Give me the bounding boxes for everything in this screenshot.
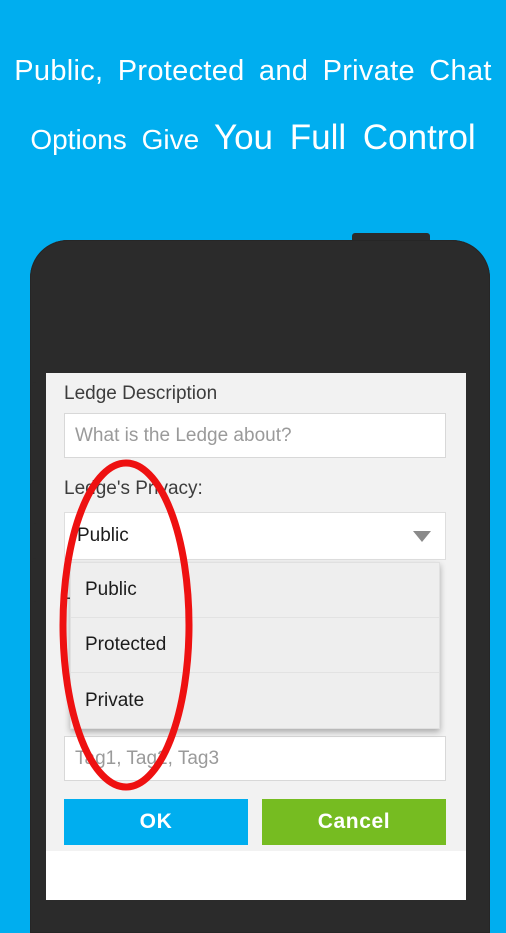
promo-headline-line-1: Public, Protected and Private Chat (14, 55, 492, 87)
ledge-privacy-select[interactable]: Public (64, 512, 446, 560)
ledge-description-input[interactable]: What is the Ledge about? (64, 413, 446, 458)
create-ledge-dialog: Ledge Description What is the Ledge abou… (46, 373, 466, 851)
cancel-button[interactable]: Cancel (262, 799, 446, 845)
ledge-tags-placeholder: Tag1, Tag2, Tag3 (75, 747, 220, 769)
promo-headline-line-2: Options Give You Full Control (0, 118, 506, 158)
dropdown-option-private[interactable]: Private (71, 673, 439, 728)
ledge-privacy-label: Ledge's Privacy: (64, 478, 203, 499)
promo-headline-emphasis: You Full Control (213, 118, 476, 157)
promo-headline-small: Options Give (30, 124, 200, 155)
dialog-action-bar: OK Cancel (64, 799, 446, 845)
ledge-description-placeholder: What is the Ledge about? (75, 424, 292, 446)
ledge-privacy-dropdown-list[interactable]: Public Protected Private (70, 562, 440, 729)
dropdown-option-public[interactable]: Public (71, 563, 439, 618)
ledge-privacy-selected-value: Public (77, 525, 129, 546)
ok-button[interactable]: OK (64, 799, 248, 845)
chevron-down-icon (413, 530, 431, 542)
phone-volume-down-button[interactable] (32, 558, 46, 602)
promo-banner: Public, Protected and Private Chat Optio… (0, 0, 506, 225)
dropdown-option-protected[interactable]: Protected (71, 618, 439, 673)
phone-volume-up-button[interactable] (32, 480, 46, 524)
ledge-tags-input[interactable]: Tag1, Tag2, Tag3 (64, 736, 446, 781)
phone-screen: Ledge Description What is the Ledge abou… (46, 373, 466, 900)
phone-silent-switch[interactable] (32, 382, 46, 424)
ledge-description-label: Ledge Description (64, 383, 218, 404)
screen-blank-area (46, 851, 466, 900)
